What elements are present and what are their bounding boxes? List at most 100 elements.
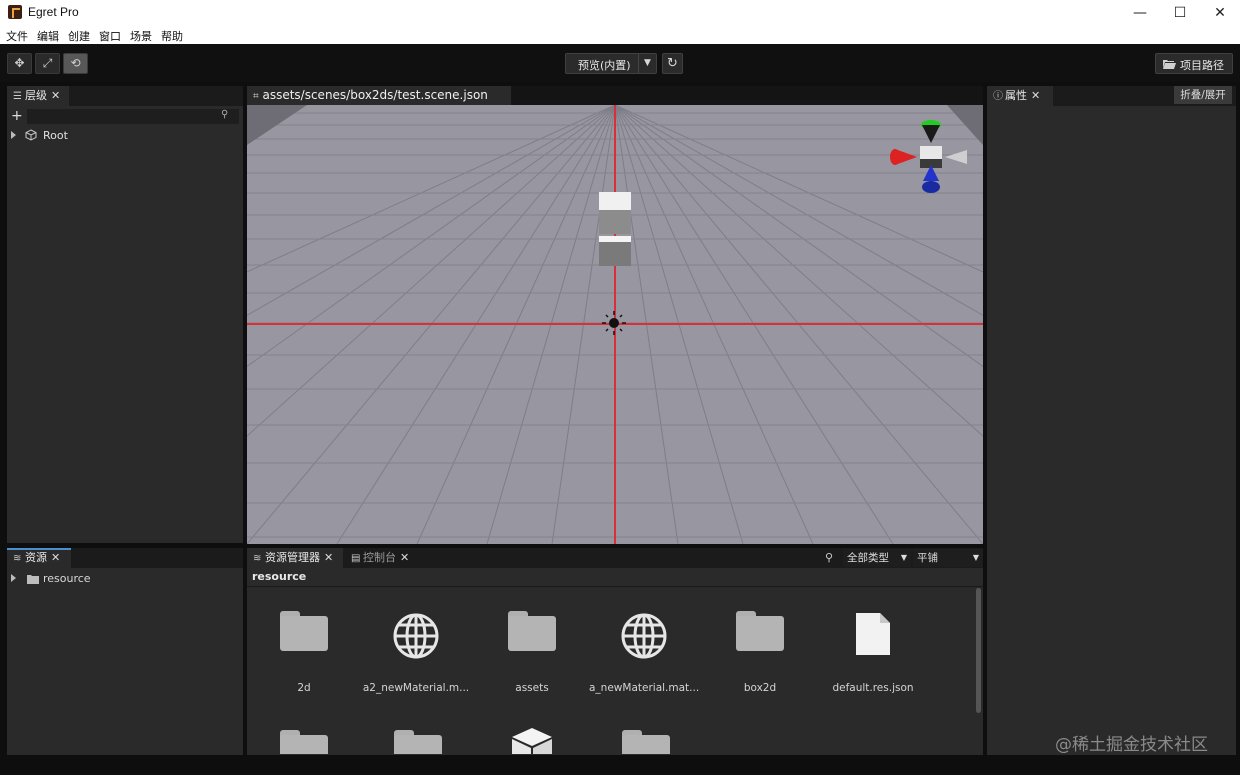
hierarchy-search-input[interactable] bbox=[27, 109, 239, 124]
minimize-button[interactable]: — bbox=[1120, 0, 1160, 26]
scene-panel: ⌗ assets/scenes/box2ds/test.scene.json >… bbox=[247, 86, 983, 544]
active-tab-indicator bbox=[7, 548, 71, 550]
preview-dropdown-icon[interactable]: ▼ bbox=[638, 54, 656, 73]
asset-label: assets bbox=[515, 682, 549, 694]
asset-label: box2d bbox=[743, 682, 777, 694]
tab-hierarchy[interactable]: ☰ 层级 ✕ bbox=[7, 86, 69, 106]
hierarchy-panel: ☰ 层级 ✕ + ⚲ Root bbox=[7, 86, 243, 543]
layout-mode-dropdown[interactable]: 平铺 ▼ bbox=[913, 549, 983, 567]
folder-icon bbox=[27, 575, 39, 584]
box-object-top[interactable] bbox=[599, 192, 631, 234]
add-node-button[interactable]: + bbox=[11, 108, 23, 124]
resources-tabbar: ≋ 资源 ✕ bbox=[7, 548, 243, 568]
menu-bar: 文件 编辑 创建 窗口 场景 帮助 bbox=[0, 26, 1240, 44]
box-object-bottom[interactable] bbox=[599, 236, 631, 266]
asset-manager-tabbar: ≋ 资源管理器 ✕ ▤ 控制台 ✕ ⚲ 全部类型 ▼ 平铺 ▼ bbox=[247, 548, 983, 568]
folder-icon bbox=[394, 730, 442, 754]
asset-label: default.res.json bbox=[832, 682, 914, 694]
globe-icon bbox=[621, 613, 667, 659]
tree-item-root[interactable]: Root bbox=[11, 128, 231, 144]
scene-canvas[interactable] bbox=[247, 105, 983, 544]
scene-grid-icon: ⌗ bbox=[253, 91, 259, 102]
tab-scene[interactable]: ⌗ assets/scenes/box2ds/test.scene.json >… bbox=[247, 86, 511, 122]
collapse-expand-button[interactable]: 折叠/展开 bbox=[1174, 86, 1232, 104]
search-icon[interactable]: ⚲ bbox=[221, 109, 228, 120]
tab-console[interactable]: ▤ 控制台 ✕ bbox=[345, 548, 419, 568]
project-path-button[interactable]: 项目路径 bbox=[1155, 53, 1233, 74]
cube-outline-icon bbox=[25, 129, 37, 141]
asset-item-a2-newmaterial[interactable]: a2_newMaterial.m... bbox=[361, 601, 471, 694]
menu-edit[interactable]: 编辑 bbox=[37, 28, 59, 44]
asset-item-folder-row2[interactable] bbox=[591, 720, 701, 754]
tree-item-resource[interactable]: resource bbox=[11, 571, 211, 587]
asset-item-assets[interactable]: assets bbox=[477, 601, 587, 694]
asset-item-default-res-json[interactable]: default.res.json bbox=[818, 601, 928, 694]
layers-icon: ≋ bbox=[253, 553, 262, 564]
folder-icon bbox=[736, 611, 784, 651]
close-tab-icon[interactable]: ✕ bbox=[400, 548, 409, 568]
folder-icon bbox=[508, 611, 556, 651]
scrollbar[interactable] bbox=[976, 588, 981, 713]
tab-properties-label: 属性 bbox=[1005, 89, 1027, 102]
egret-logo-icon bbox=[8, 5, 22, 19]
asset-label: a_newMaterial.mat... bbox=[589, 682, 699, 694]
preview-label: 预览(内置) bbox=[578, 59, 631, 72]
close-tab-icon[interactable]: ✕ bbox=[51, 86, 60, 106]
menu-scene[interactable]: 场景 bbox=[130, 28, 152, 44]
properties-panel: ⓘ 属性 ✕ 折叠/展开 bbox=[987, 86, 1236, 755]
asset-item-folder-row2[interactable] bbox=[363, 720, 473, 754]
tab-console-label: 控制台 bbox=[363, 551, 396, 564]
tab-resources[interactable]: ≋ 资源 ✕ bbox=[7, 548, 71, 568]
maximize-button[interactable]: ☐ bbox=[1160, 0, 1200, 26]
type-filter-dropdown[interactable]: 全部类型 ▼ bbox=[843, 549, 911, 567]
divider bbox=[247, 586, 983, 587]
chevron-down-icon: ▼ bbox=[972, 553, 979, 562]
folder-icon bbox=[622, 730, 670, 754]
hierarchy-tabbar: ☰ 层级 ✕ bbox=[7, 86, 243, 106]
asset-item-2d[interactable]: 2d bbox=[249, 601, 359, 694]
tab-hierarchy-label: 层级 bbox=[25, 89, 47, 102]
asset-manager-panel: ≋ 资源管理器 ✕ ▤ 控制台 ✕ ⚲ 全部类型 ▼ 平铺 ▼ resource 2d … bbox=[247, 548, 983, 755]
asset-item-folder-row2[interactable] bbox=[249, 720, 359, 754]
expand-arrow-icon[interactable] bbox=[11, 131, 16, 139]
scene-viewport[interactable] bbox=[247, 105, 983, 544]
file-icon bbox=[856, 613, 890, 655]
scene-tab-label: assets/scenes/box2ds/test.scene.json bbox=[262, 88, 488, 102]
close-tab-icon[interactable]: ✕ bbox=[324, 548, 333, 568]
globe-icon bbox=[393, 613, 439, 659]
menu-create[interactable]: 创建 bbox=[68, 28, 90, 44]
console-icon: ▤ bbox=[351, 553, 361, 564]
cube-icon bbox=[512, 728, 552, 754]
menu-help[interactable]: 帮助 bbox=[161, 28, 183, 44]
type-filter-value: 全部类型 bbox=[847, 552, 889, 564]
layers-icon: ≋ bbox=[13, 553, 22, 564]
tree-item-label: Root bbox=[43, 129, 68, 142]
app-title: Egret Pro bbox=[28, 5, 79, 19]
expand-arrow-icon[interactable] bbox=[11, 574, 16, 582]
tab-properties[interactable]: ⓘ 属性 ✕ bbox=[987, 86, 1053, 106]
close-tab-icon[interactable]: ✕ bbox=[51, 548, 60, 568]
asset-item-a-newmaterial[interactable]: a_newMaterial.mat... bbox=[589, 601, 699, 694]
layout-mode-value: 平铺 bbox=[917, 552, 938, 564]
preview-button[interactable]: 预览(内置) ▼ bbox=[565, 53, 657, 74]
close-tab-icon[interactable]: ✕ bbox=[1031, 86, 1040, 106]
tree-item-label: resource bbox=[43, 572, 91, 585]
current-path: resource bbox=[252, 570, 307, 583]
resources-panel: ≋ 资源 ✕ resource bbox=[7, 548, 243, 755]
scene-tabbar: ⌗ assets/scenes/box2ds/test.scene.json >… bbox=[247, 86, 983, 122]
move-tool-button[interactable]: ✥ bbox=[7, 53, 32, 74]
tab-asset-manager[interactable]: ≋ 资源管理器 ✕ bbox=[247, 548, 343, 568]
menu-window[interactable]: 窗口 bbox=[99, 28, 121, 44]
info-icon: ⓘ bbox=[993, 91, 1003, 102]
menu-file[interactable]: 文件 bbox=[6, 28, 28, 44]
asset-item-prefab-row2[interactable] bbox=[477, 720, 587, 754]
refresh-button[interactable]: ↻ bbox=[662, 53, 683, 74]
asset-item-box2d[interactable]: box2d bbox=[705, 601, 815, 694]
rotate-tool-button[interactable]: ⟲ bbox=[63, 53, 88, 74]
folder-icon bbox=[280, 730, 328, 754]
scale-tool-button[interactable]: ⤢ bbox=[35, 53, 60, 74]
close-button[interactable]: ✕ bbox=[1200, 0, 1240, 26]
list-icon: ☰ bbox=[13, 91, 22, 102]
tab-resources-label: 资源 bbox=[25, 551, 47, 564]
search-icon[interactable]: ⚲ bbox=[825, 551, 833, 564]
